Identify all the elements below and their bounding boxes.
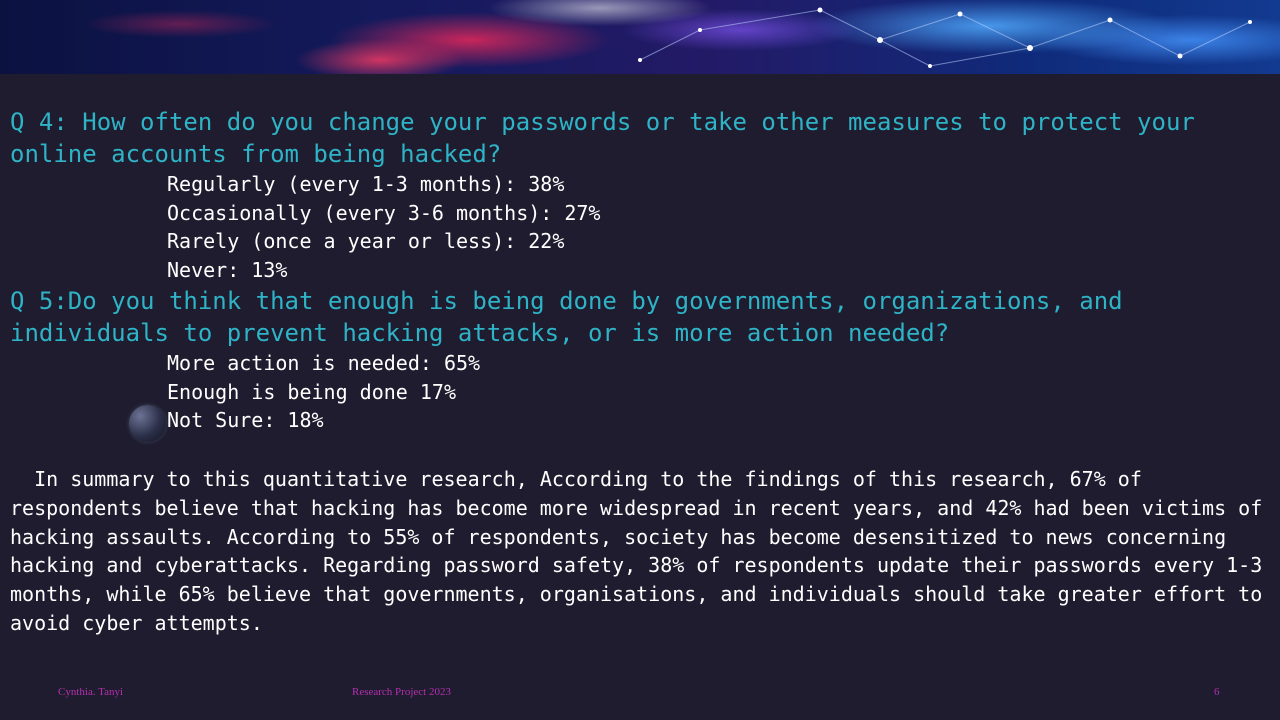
question-4-title: Q 4: How often do you change your passwo… xyxy=(10,108,1195,168)
answer-item: Never: 13% xyxy=(167,258,288,283)
answer-item: Regularly (every 1-3 months): 38% xyxy=(167,172,565,196)
summary-paragraph: In summary to this quantitative research… xyxy=(10,466,1275,635)
answer-item: Rarely (once a year or less): 22% xyxy=(167,229,565,254)
question-4-answers: Regularly (every 1-3 months): 38% Occasi… xyxy=(10,170,1270,285)
answer-item: More action is needed: 65% xyxy=(167,350,481,375)
answer-item: Enough is being done 17% xyxy=(167,379,456,404)
footer-project-title: Research Project 2023 xyxy=(352,686,451,698)
slide-number: 6 xyxy=(1214,686,1220,698)
question-5-title: Q 5:Do you think that enough is being do… xyxy=(10,286,1123,347)
answer-item: Not Sure: 18% xyxy=(167,408,324,433)
answer-item: Occasionally (every 3-6 months): 27% xyxy=(167,200,601,225)
footer-author: Cynthia. Tanyi xyxy=(58,686,124,698)
decorative-orb-icon xyxy=(129,405,166,442)
slide-content: Q 4: How often do you change your passwo… xyxy=(10,106,1270,638)
network-graphic xyxy=(638,7,1252,68)
header-banner-image xyxy=(0,0,1280,74)
question-5-answers: More action is needed: 65% Enough is bei… xyxy=(10,349,1270,435)
